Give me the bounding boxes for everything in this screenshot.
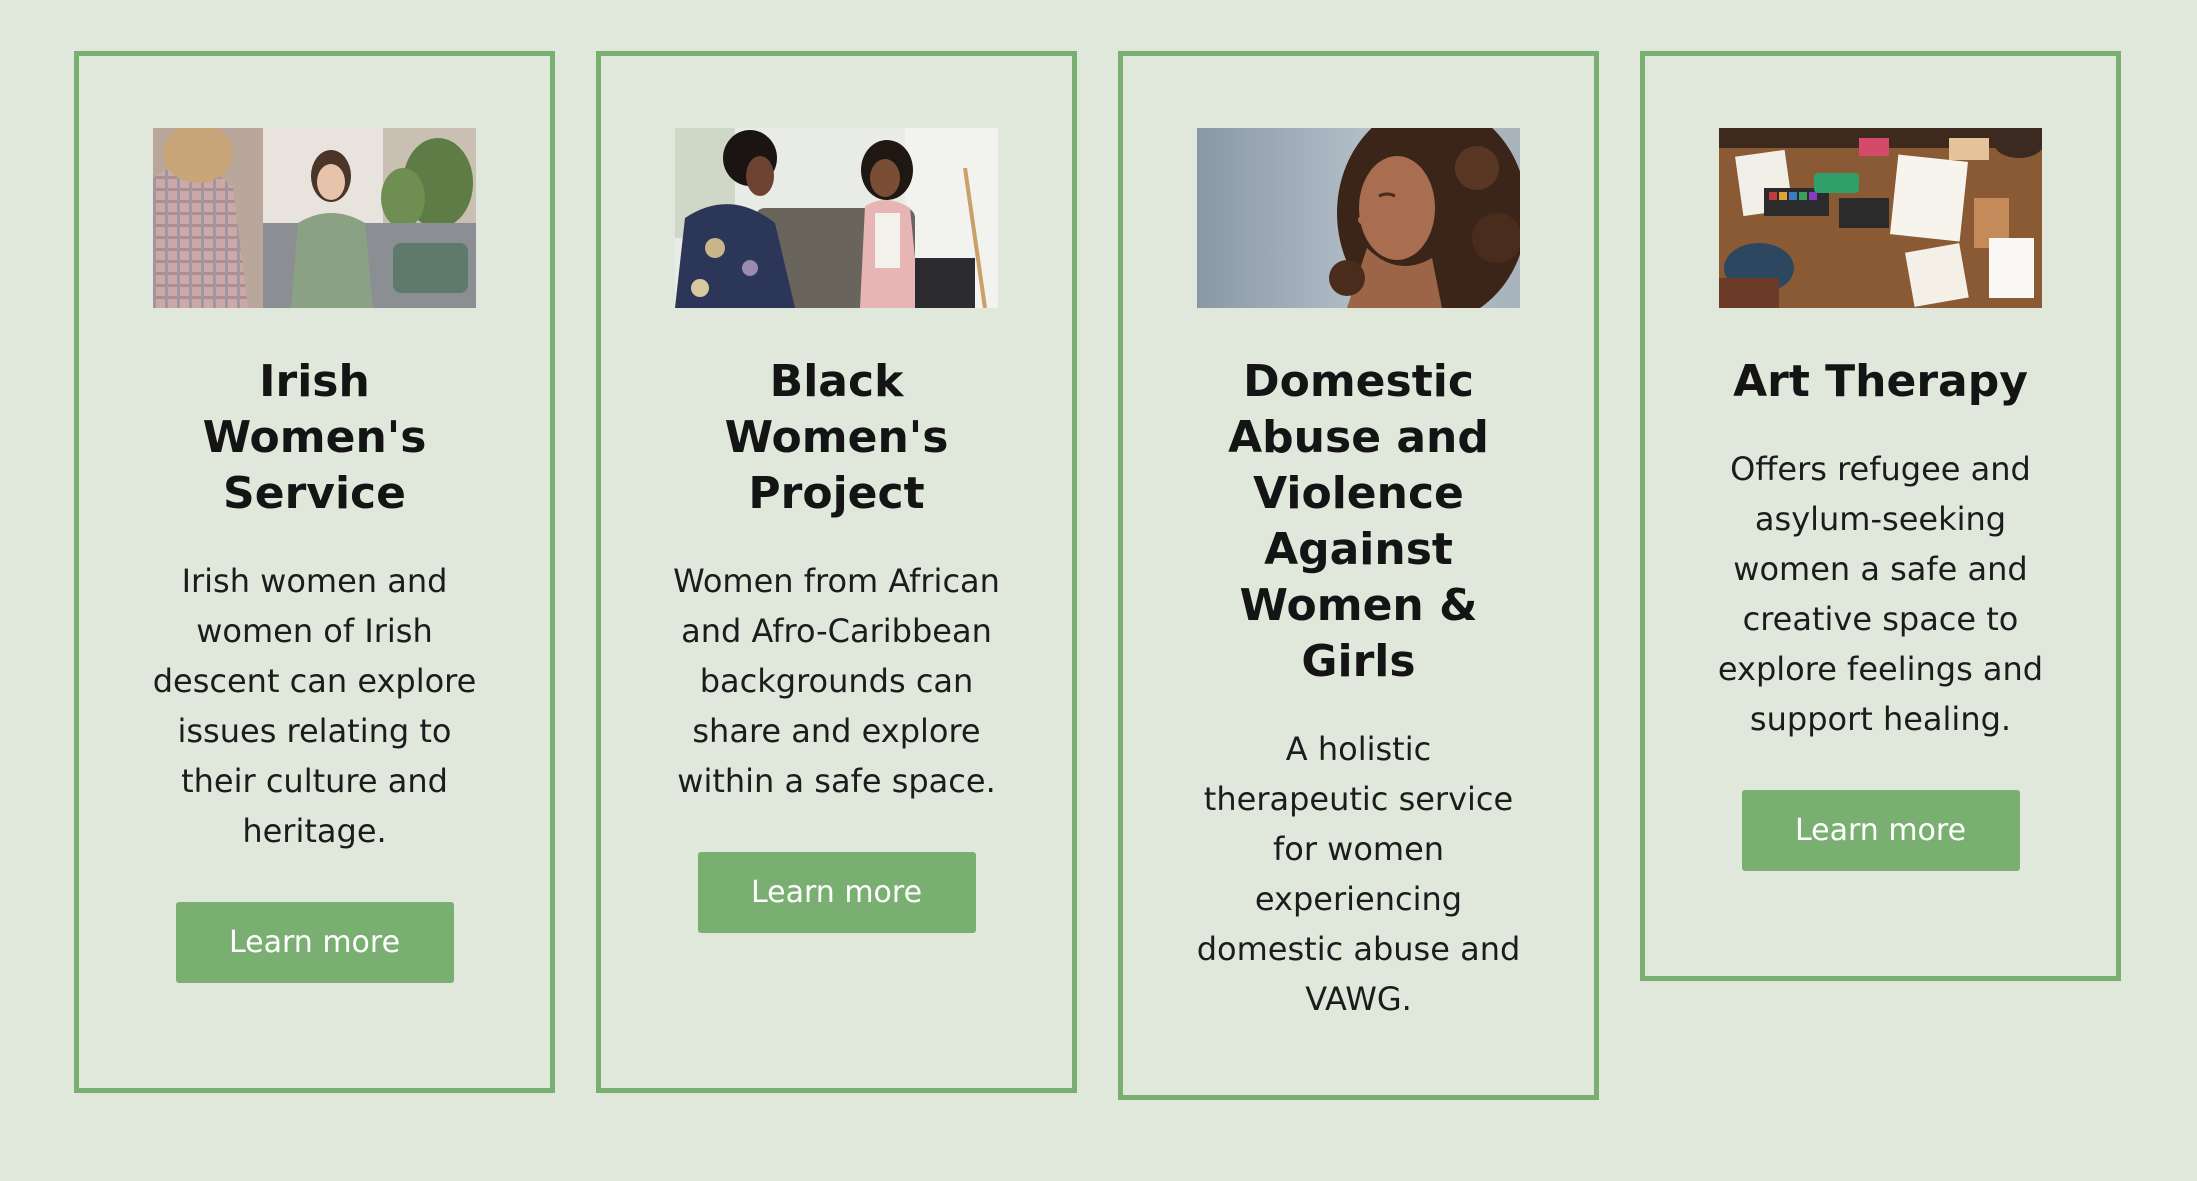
service-description: Women from African and Afro-Caribbean ba… <box>673 562 1000 800</box>
service-image-woman-eyes-closed <box>1197 128 1520 308</box>
learn-more-button[interactable]: Learn more <box>175 902 454 983</box>
service-title: Irish Women's Service <box>202 356 427 519</box>
service-card-black-womens-project: Black Women's Project Women from African… <box>596 51 1077 1093</box>
service-description: Irish women and women of Irish descent c… <box>152 562 477 850</box>
service-card-art-therapy: Art Therapy Offers refugee and asylum-se… <box>1640 51 2121 981</box>
service-title: Art Therapy <box>1733 356 2028 407</box>
service-card-irish-womens-service: Irish Women's Service Irish women and wo… <box>74 51 555 1093</box>
service-title: Black Women's Project <box>724 356 949 519</box>
service-image-two-women-talking <box>675 128 998 308</box>
service-description: Offers refugee and asylum-seeking women … <box>1717 450 2044 738</box>
service-image-art-supplies-table <box>1719 128 2042 308</box>
service-description: A holistic therapeutic service for women… <box>1196 730 1521 1018</box>
service-image-counselling-session <box>153 128 476 308</box>
services-section: Irish Women's Service Irish women and wo… <box>0 0 2197 1181</box>
learn-more-button[interactable]: Learn more <box>697 852 976 933</box>
learn-more-button[interactable]: Learn more <box>1741 790 2020 871</box>
service-card-domestic-abuse-vawg: Domestic Abuse and Violence Against Wome… <box>1118 51 1599 1100</box>
service-title: Domestic Abuse and Violence Against Wome… <box>1228 356 1489 687</box>
